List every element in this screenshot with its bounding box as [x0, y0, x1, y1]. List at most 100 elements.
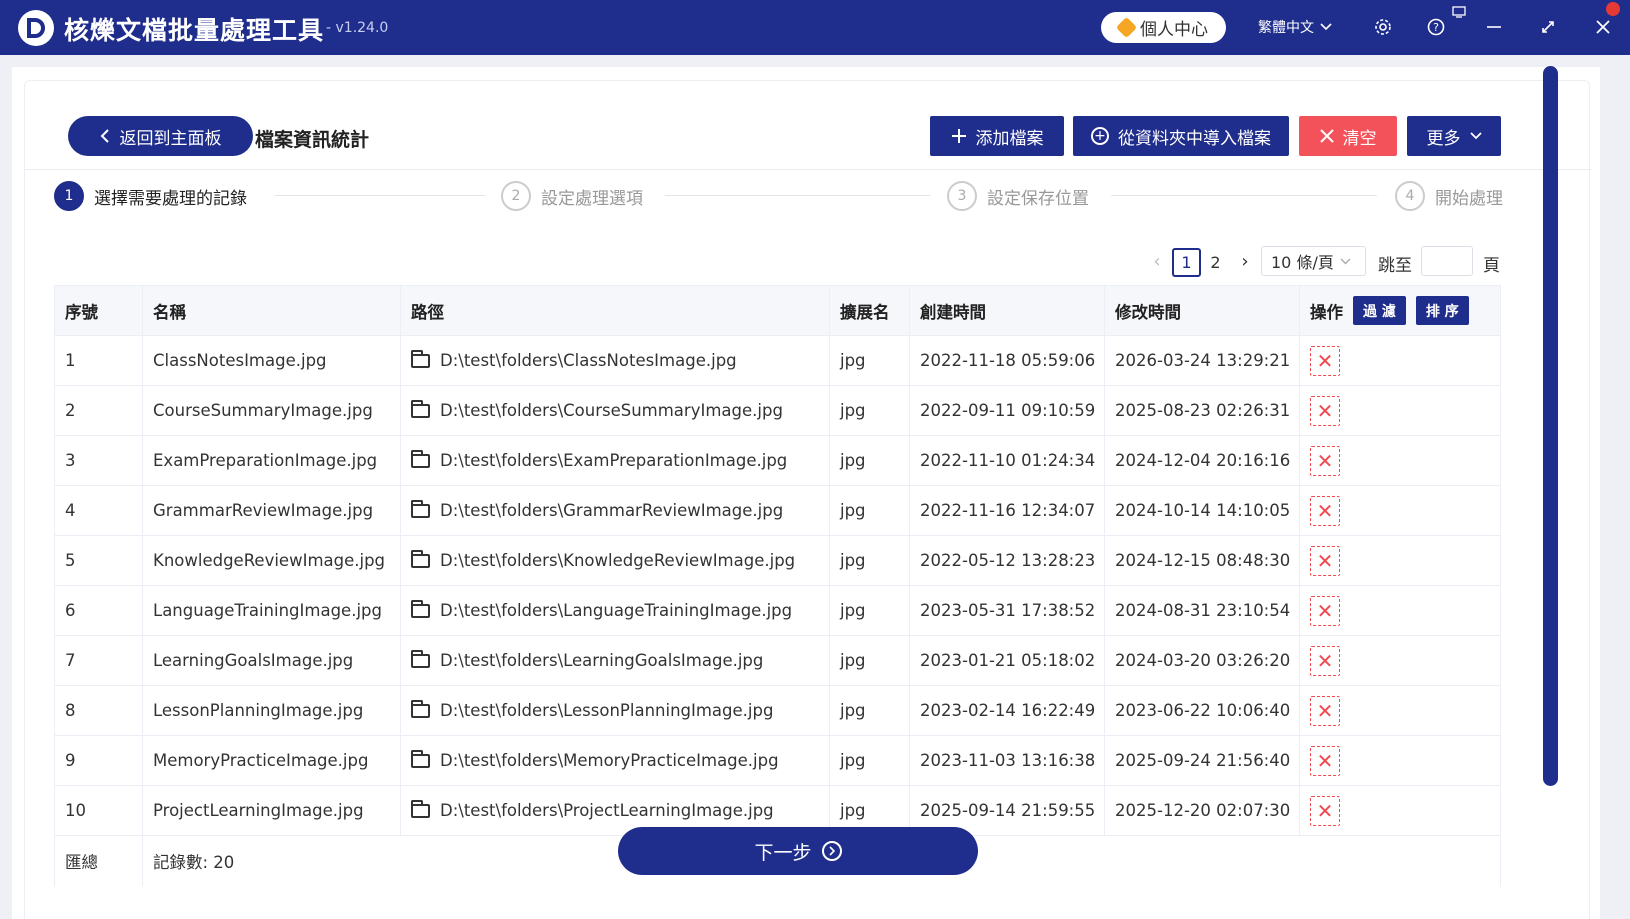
- clear-button[interactable]: 清空: [1299, 116, 1397, 156]
- table-cell-created: 2023-01-21 05:18:02: [910, 636, 1105, 685]
- vertical-scrollbar[interactable]: [1543, 66, 1558, 786]
- step-label: 開始處理: [1435, 188, 1503, 209]
- folder-open-icon[interactable]: [411, 399, 430, 418]
- table-cell-idx: 3: [55, 436, 143, 485]
- cell-text: 4: [65, 501, 76, 520]
- minimize-icon[interactable]: [1481, 14, 1507, 40]
- filter-button[interactable]: 過 濾: [1353, 296, 1406, 325]
- cell-text: GrammarReviewImage.jpg: [153, 501, 374, 520]
- add-file-button[interactable]: 添加檔案: [930, 116, 1064, 156]
- cell-text: LanguageTrainingImage.jpg: [153, 601, 382, 620]
- cell-text: 2025-08-23 02:26:31: [1115, 401, 1291, 420]
- delete-row-button[interactable]: ✕: [1310, 645, 1340, 676]
- page-1-button[interactable]: 1: [1172, 248, 1201, 277]
- table-cell-actions: ✕: [1300, 786, 1500, 835]
- cell-text: MemoryPracticeImage.jpg: [153, 751, 369, 770]
- next-page-icon[interactable]: ›: [1235, 247, 1255, 277]
- cell-text: LearningGoalsImage.jpg: [153, 651, 354, 670]
- main-panel: 返回到主面板 檔案資訊統計 添加檔案 + 從資料夾中導入檔案 清空 更多 1 選…: [12, 67, 1600, 919]
- table-cell-idx: 1: [55, 336, 143, 385]
- cell-text: D:\test\folders\GrammarReviewImage.jpg: [440, 501, 784, 520]
- step-4: 4 開始處理: [1395, 181, 1503, 211]
- user-center-button[interactable]: 個人中心: [1101, 12, 1226, 43]
- next-step-button[interactable]: 下一步: [618, 827, 978, 875]
- cell-text: jpg: [840, 551, 866, 570]
- table-row[interactable]: 6 LanguageTrainingImage.jpg D:\test\folder…: [55, 586, 1500, 636]
- page-size-select[interactable]: 10 條/頁: [1261, 246, 1366, 276]
- table-cell-created: 2022-11-18 05:59:06: [910, 336, 1105, 385]
- folder-open-icon[interactable]: [411, 349, 430, 368]
- import-folder-label: 從資料夾中導入檔案: [1118, 128, 1271, 149]
- cell-text: 2025-09-14 21:59:55: [920, 801, 1096, 820]
- table-cell-ext: jpg: [830, 386, 910, 435]
- prev-page-icon[interactable]: ‹: [1147, 247, 1167, 277]
- add-file-label: 添加檔案: [975, 128, 1044, 149]
- table-row[interactable]: 3 ExamPreparationImage.jpg D:\test\folders…: [55, 436, 1500, 486]
- page-unit-label: 頁: [1483, 256, 1500, 276]
- folder-open-icon[interactable]: [411, 499, 430, 518]
- notification-dot-icon: [1606, 2, 1620, 16]
- mini-window-icon[interactable]: [1450, 4, 1468, 20]
- folder-open-icon[interactable]: [411, 449, 430, 468]
- cell-text: 9: [65, 751, 76, 770]
- delete-row-button[interactable]: ✕: [1310, 695, 1340, 726]
- table-row[interactable]: 5 KnowledgeReviewImage.jpg D:\test\folders…: [55, 536, 1500, 586]
- column-header: 創建時間: [910, 286, 1105, 335]
- table-cell-actions: ✕: [1300, 336, 1500, 385]
- cell-text: jpg: [840, 751, 866, 770]
- more-button[interactable]: 更多: [1407, 116, 1501, 156]
- back-to-main-button[interactable]: 返回到主面板: [68, 116, 253, 156]
- close-icon[interactable]: [1590, 14, 1616, 40]
- table-cell-ext: jpg: [830, 736, 910, 785]
- delete-row-button[interactable]: ✕: [1310, 345, 1340, 376]
- delete-row-button[interactable]: ✕: [1310, 445, 1340, 476]
- delete-row-button[interactable]: ✕: [1310, 545, 1340, 576]
- table-row[interactable]: 4 GrammarReviewImage.jpg D:\test\folders\G…: [55, 486, 1500, 536]
- table-row[interactable]: 8 LessonPlanningImage.jpg D:\test\folders\…: [55, 686, 1500, 736]
- maximize-icon[interactable]: [1535, 14, 1561, 40]
- table-row[interactable]: 9 MemoryPracticeImage.jpg D:\test\folders\…: [55, 736, 1500, 786]
- delete-row-button[interactable]: ✕: [1310, 495, 1340, 526]
- sort-button[interactable]: 排 序: [1415, 296, 1469, 325]
- arrow-right-circle-icon: [821, 841, 842, 861]
- table-cell-idx: 5: [55, 536, 143, 585]
- table-row[interactable]: 2 CourseSummaryImage.jpg D:\test\folders\C…: [55, 386, 1500, 436]
- cell-text: KnowledgeReviewImage.jpg: [153, 551, 386, 570]
- folder-open-icon[interactable]: [411, 649, 430, 668]
- cell-text: D:\test\folders\KnowledgeReviewImage.jpg: [440, 551, 796, 570]
- folder-open-icon[interactable]: [411, 549, 430, 568]
- chevron-down-icon: [1340, 258, 1351, 264]
- step-label: 設定保存位置: [987, 188, 1089, 209]
- jump-page-input[interactable]: [1421, 246, 1473, 276]
- table-cell-ext: jpg: [830, 436, 910, 485]
- cell-text: 2: [65, 401, 76, 420]
- table-row[interactable]: 7 LearningGoalsImage.jpg D:\test\folders\L…: [55, 636, 1500, 686]
- folder-open-icon[interactable]: [411, 799, 430, 818]
- table-cell-path: D:\test\folders\ClassNotesImage.jpg: [401, 336, 830, 385]
- language-selector[interactable]: 繁體中文: [1258, 17, 1332, 37]
- table-cell-ext: jpg: [830, 636, 910, 685]
- x-icon: [1319, 129, 1334, 143]
- help-icon[interactable]: ?: [1423, 14, 1449, 40]
- page-2-button[interactable]: 2: [1201, 248, 1230, 277]
- delete-row-button[interactable]: ✕: [1310, 795, 1340, 826]
- import-folder-button[interactable]: + 從資料夾中導入檔案: [1073, 116, 1289, 156]
- folder-open-icon[interactable]: [411, 699, 430, 718]
- delete-row-button[interactable]: ✕: [1310, 595, 1340, 626]
- cell-text: 2024-03-20 03:26:20: [1115, 651, 1291, 670]
- settings-gear-icon[interactable]: [1370, 14, 1396, 40]
- table-cell-idx: 7: [55, 636, 143, 685]
- chevron-left-icon: [100, 129, 109, 143]
- table-cell-created: 2023-05-31 17:38:52: [910, 586, 1105, 635]
- step-2: 2 設定處理選項: [501, 181, 643, 211]
- folder-open-icon[interactable]: [411, 599, 430, 618]
- cell-text: ClassNotesImage.jpg: [153, 351, 327, 370]
- folder-open-icon[interactable]: [411, 749, 430, 768]
- delete-row-button[interactable]: ✕: [1310, 745, 1340, 776]
- chevron-down-icon: [1320, 23, 1332, 31]
- actions-header: 操作 過 濾 排 序: [1300, 286, 1500, 335]
- cell-text: 2024-10-14 14:10:05: [1115, 501, 1291, 520]
- table-row[interactable]: 1 ClassNotesImage.jpg D:\test\folders\Clas…: [55, 336, 1500, 386]
- delete-row-button[interactable]: ✕: [1310, 395, 1340, 426]
- table-cell-name: ProjectLearningImage.jpg: [143, 786, 401, 835]
